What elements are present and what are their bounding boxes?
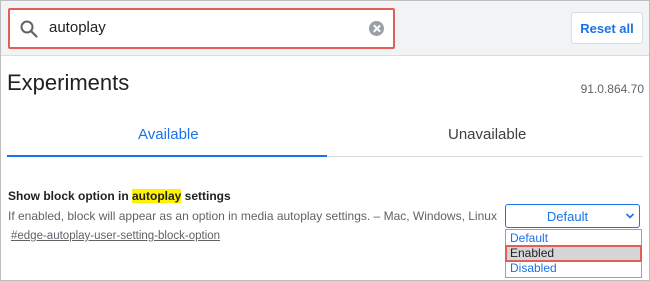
tab-available[interactable]: Available: [138, 126, 199, 143]
flag-title-prefix: Show block option in: [8, 189, 132, 203]
search-match-highlight: autoplay: [132, 189, 182, 203]
option-default[interactable]: Default: [506, 231, 641, 246]
select-dropdown-list: Default Enabled Disabled: [505, 229, 642, 278]
flag-title-suffix: settings: [181, 189, 231, 203]
active-tab-indicator: [7, 155, 327, 157]
search-input[interactable]: autoplay: [49, 19, 106, 36]
flag-description: If enabled, block will appear as an opti…: [8, 209, 497, 223]
version-label: 91.0.864.70: [580, 82, 644, 96]
flag-title: Show block option in autoplay settings: [8, 189, 231, 203]
option-disabled[interactable]: Disabled: [506, 261, 641, 276]
tab-divider: [327, 156, 643, 157]
flag-state-select[interactable]: Default: [505, 204, 640, 228]
flag-anchor-link[interactable]: #edge-autoplay-user-setting-block-option: [11, 230, 220, 242]
select-value: Default: [546, 209, 589, 224]
top-bar: autoplay Reset all: [1, 1, 649, 56]
chevron-down-icon: [625, 213, 635, 219]
search-icon: [20, 20, 38, 38]
reset-all-button[interactable]: Reset all: [571, 12, 643, 44]
search-box[interactable]: autoplay: [8, 8, 395, 49]
clear-icon[interactable]: [369, 21, 384, 36]
page-title: Experiments: [7, 70, 130, 95]
tab-unavailable[interactable]: Unavailable: [448, 126, 526, 143]
option-enabled[interactable]: Enabled: [505, 245, 642, 262]
